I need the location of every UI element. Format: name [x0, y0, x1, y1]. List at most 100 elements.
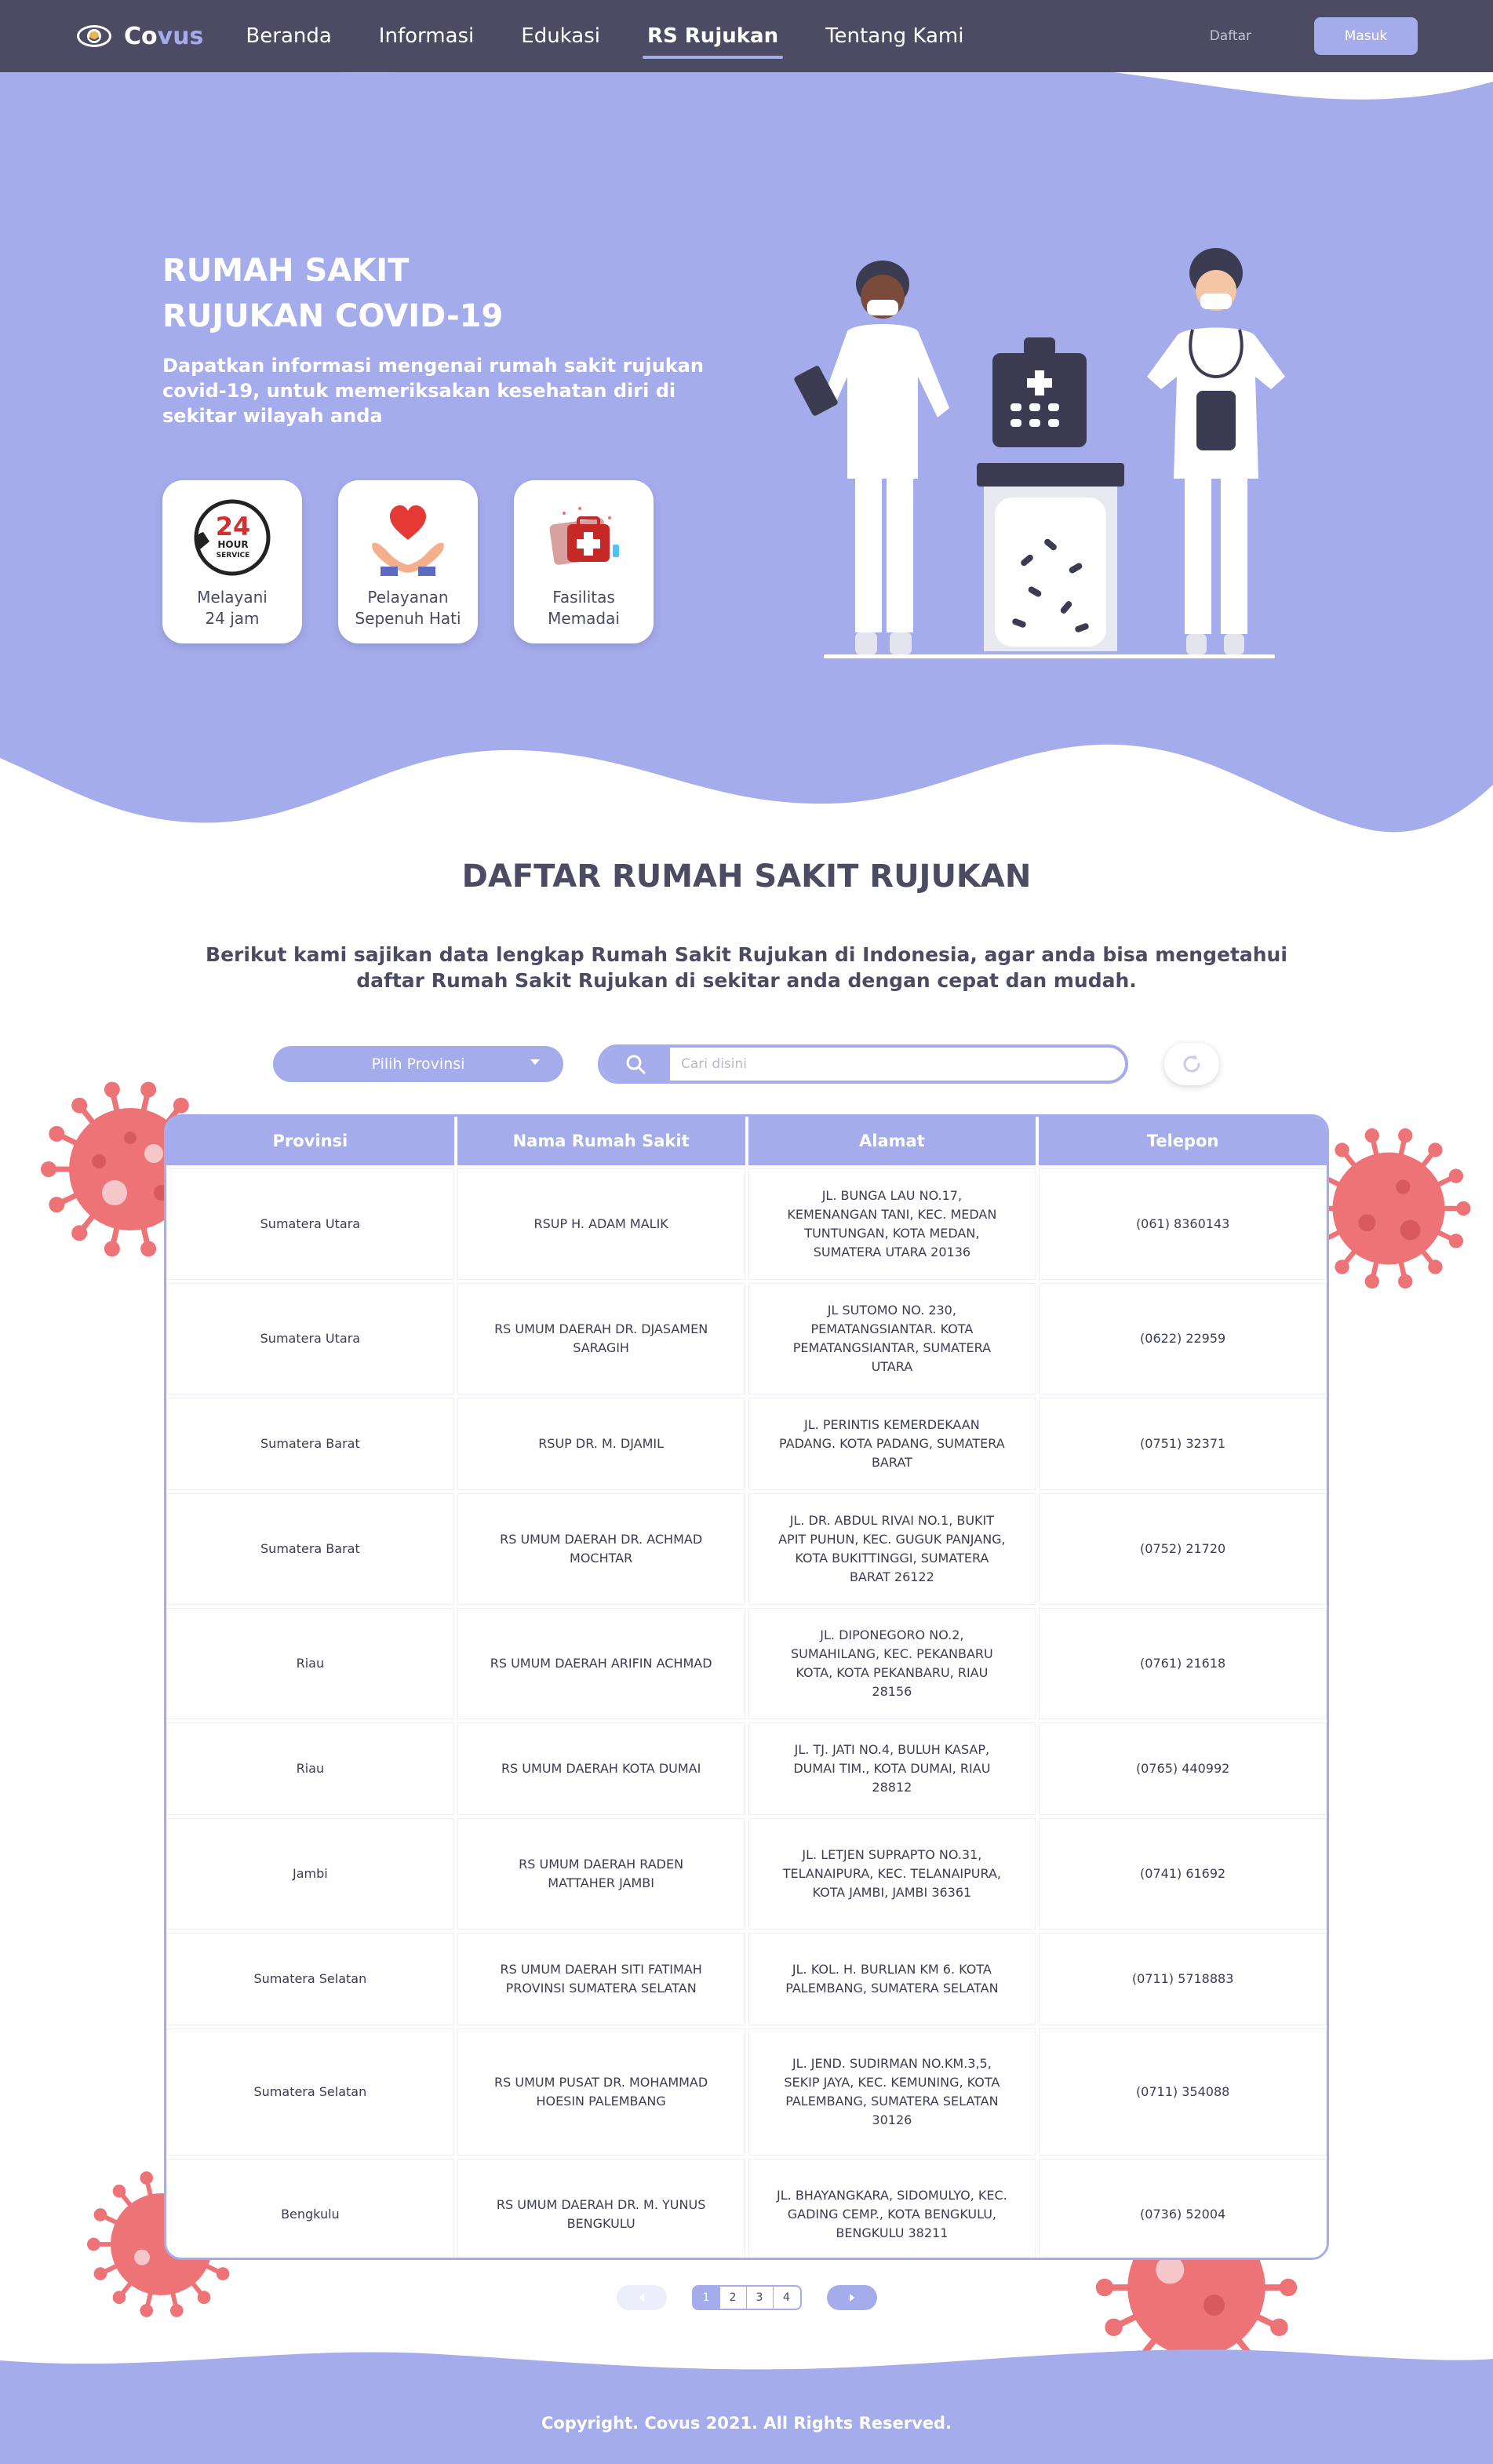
virus-spike-tip: [1364, 1128, 1379, 1143]
virus-spike-tip: [140, 1241, 157, 1257]
search-input[interactable]: [670, 1048, 1125, 1081]
24-hour-service-icon: 24 HOUR SERVICE: [194, 499, 271, 576]
virus-spike-tip: [1398, 1274, 1413, 1289]
virus-spike-tip: [1335, 1259, 1349, 1274]
virus-spike-tip: [1456, 1201, 1471, 1216]
cell-nama: RS UMUM DAERAH KOTA DUMAI: [457, 1722, 745, 1815]
cell-nama: RS UMUM DAERAH DR. DJASAMEN SARAGIH: [457, 1283, 745, 1394]
register-link[interactable]: Daftar: [1210, 28, 1251, 44]
virus-spike-tip: [93, 2208, 107, 2222]
chevron-down-icon: [530, 1059, 540, 1065]
cell-alamat: JL SUTOMO NO. 230, PEMATANGSIANTAR. KOTA…: [748, 1283, 1036, 1394]
column-header-provinsi[interactable]: Provinsi: [166, 1117, 454, 1165]
cell-telepon: (0752) 21720: [1039, 1493, 1327, 1605]
brand-name: Covus: [124, 22, 204, 50]
cell-nama: RS UMUM DAERAH ARIFIN ACHMAD: [457, 1608, 745, 1719]
cell-alamat: JL. BHAYANGKARA, SIDOMULYO, KEC. GADING …: [748, 2159, 1036, 2258]
virus-spike-tip: [87, 2237, 100, 2251]
table-row[interactable]: Sumatera Utara RS UMUM DAERAH DR. DJASAM…: [166, 1283, 1327, 1394]
column-header-telepon[interactable]: Telepon: [1039, 1117, 1327, 1165]
chevron-left-icon: [639, 2294, 644, 2302]
doctor-left-figure: [794, 261, 949, 654]
nav-link-beranda[interactable]: Beranda: [241, 18, 336, 54]
top-navbar: Covus Beranda Informasi Edukasi RS Rujuk…: [0, 0, 1493, 72]
cell-telepon: (0741) 61692: [1039, 1818, 1327, 1930]
feature-card-24-jam: 24 HOUR SERVICE Melayani 24 jam: [162, 480, 302, 643]
table-row[interactable]: Sumatera Selatan RS UMUM PUSAT DR. MOHAM…: [166, 2028, 1327, 2156]
cell-alamat: JL. PERINTIS KEMERDEKAAN PADANG. KOTA PA…: [748, 1398, 1036, 1490]
brand-logo[interactable]: Covus: [75, 22, 203, 50]
badge-text-hour: HOUR: [217, 539, 248, 550]
table-row[interactable]: Sumatera Barat RSUP DR. M. DJAMIL JL. PE…: [166, 1398, 1327, 1490]
cell-provinsi: Sumatera Utara: [166, 1283, 454, 1394]
page-number-4[interactable]: 4: [774, 2287, 800, 2309]
virus-spike-tip: [49, 1197, 65, 1213]
cell-provinsi: Jambi: [166, 1818, 454, 1930]
table-row[interactable]: Riau RS UMUM DAERAH ARIFIN ACHMAD JL. DI…: [166, 1608, 1327, 1719]
footer-copyright: Copyright. Covus 2021. All Rights Reserv…: [541, 2414, 952, 2433]
table-row[interactable]: Bengkulu RS UMUM DAERAH DR. M. YUNUS BEN…: [166, 2159, 1327, 2258]
virus-spike-tip: [49, 1125, 65, 1142]
virus-spike-tip: [112, 2184, 126, 2198]
page-number-3[interactable]: 3: [747, 2287, 774, 2309]
column-header-alamat[interactable]: Alamat: [748, 1117, 1036, 1165]
next-page-button[interactable]: [826, 2285, 877, 2310]
table-row[interactable]: Sumatera Barat RS UMUM DAERAH DR. ACHMAD…: [166, 1493, 1327, 1605]
nav-menu: Beranda Informasi Edukasi RS Rujukan Ten…: [241, 18, 968, 59]
province-dropdown-label: Pilih Provinsi: [371, 1055, 465, 1073]
feature-card-pelayanan: Pelayanan Sepenuh Hati: [338, 480, 478, 643]
cell-nama: RS UMUM DAERAH SITI FATIMAH PROVINSI SUM…: [457, 1933, 745, 2025]
feature-label: Pelayanan Sepenuh Hati: [355, 588, 461, 628]
virus-spike-tip: [1428, 1259, 1443, 1274]
cell-nama: RS UMUM DAERAH DR. M. YUNUS BENGKULU: [457, 2159, 745, 2258]
cell-telepon: (0622) 22959: [1039, 1283, 1327, 1394]
cell-telepon: (0736) 52004: [1039, 2159, 1327, 2258]
province-dropdown[interactable]: Pilih Provinsi: [273, 1046, 563, 1082]
footer-wave-background: [0, 2349, 1493, 2464]
cell-nama: RSUP DR. M. DJAMIL: [457, 1398, 745, 1490]
virus-spike-tip: [1105, 2318, 1123, 2337]
nav-link-rs-rujukan[interactable]: RS Rujukan: [642, 18, 784, 59]
cell-alamat: JL. DR. ABDUL RIVAI NO.1, BUKIT APIT PUH…: [748, 1493, 1036, 1605]
cell-telepon: (0765) 440992: [1039, 1722, 1327, 1815]
refresh-button[interactable]: [1164, 1043, 1219, 1085]
eye-logo-icon: [77, 25, 111, 47]
table-row[interactable]: Jambi RS UMUM DAERAH RADEN MATTAHER JAMB…: [166, 1818, 1327, 1930]
page-number-1[interactable]: 1: [693, 2287, 720, 2309]
cell-nama: RS UMUM DAERAH RADEN MATTAHER JAMBI: [457, 1818, 745, 1930]
virus-spike-tip: [104, 1241, 120, 1257]
virus-spike-tip: [1364, 1274, 1379, 1289]
table-row[interactable]: Sumatera Utara RSUP H. ADAM MALIK JL. BU…: [166, 1168, 1327, 1280]
pagination: 1 2 3 4: [0, 2285, 1493, 2310]
badge-number: 24: [216, 512, 251, 541]
hospital-table: Provinsi Nama Rumah Sakit Alamat Telepon…: [164, 1114, 1329, 2260]
virus-spike-tip: [1335, 1143, 1349, 1157]
cell-provinsi: Riau: [166, 1608, 454, 1719]
cell-telepon: (0711) 354088: [1039, 2028, 1327, 2156]
medical-kit-icon: [549, 507, 619, 565]
table-row[interactable]: Riau RS UMUM DAERAH KOTA DUMAI JL. TJ. J…: [166, 1722, 1327, 1815]
nav-link-edukasi[interactable]: Edukasi: [516, 18, 605, 54]
cell-telepon: (0751) 32371: [1039, 1398, 1327, 1490]
cell-nama: RSUP H. ADAM MALIK: [457, 1168, 745, 1280]
hero-title-line-1: RUMAH SAKIT: [162, 253, 410, 289]
nav-link-tentang-kami[interactable]: Tentang Kami: [821, 18, 968, 54]
virus-spike-tip: [1398, 1128, 1413, 1143]
table-header-row: Provinsi Nama Rumah Sakit Alamat Telepon: [166, 1117, 1327, 1165]
login-button[interactable]: Masuk: [1314, 17, 1418, 55]
cell-provinsi: Riau: [166, 1722, 454, 1815]
cell-provinsi: Sumatera Utara: [166, 1168, 454, 1280]
table-row[interactable]: Sumatera Selatan RS UMUM DAERAH SITI FAT…: [166, 1933, 1327, 2025]
virus-spike-tip: [1448, 1234, 1464, 1248]
virus-spike-tip: [1270, 2318, 1288, 2337]
virus-spike-tip: [1448, 1168, 1464, 1183]
feature-card-fasilitas: Fasilitas Memadai: [514, 480, 654, 643]
column-header-nama[interactable]: Nama Rumah Sakit: [457, 1117, 745, 1165]
nav-link-informasi[interactable]: Informasi: [374, 18, 479, 54]
prev-page-button[interactable]: [616, 2285, 667, 2310]
search-button[interactable]: [601, 1048, 670, 1081]
virus-spike-tip: [71, 1097, 88, 1114]
cell-nama: RS UMUM DAERAH DR. ACHMAD MOCHTAR: [457, 1493, 745, 1605]
page-number-2[interactable]: 2: [720, 2287, 747, 2309]
virus-spike-tip: [1428, 1143, 1443, 1157]
